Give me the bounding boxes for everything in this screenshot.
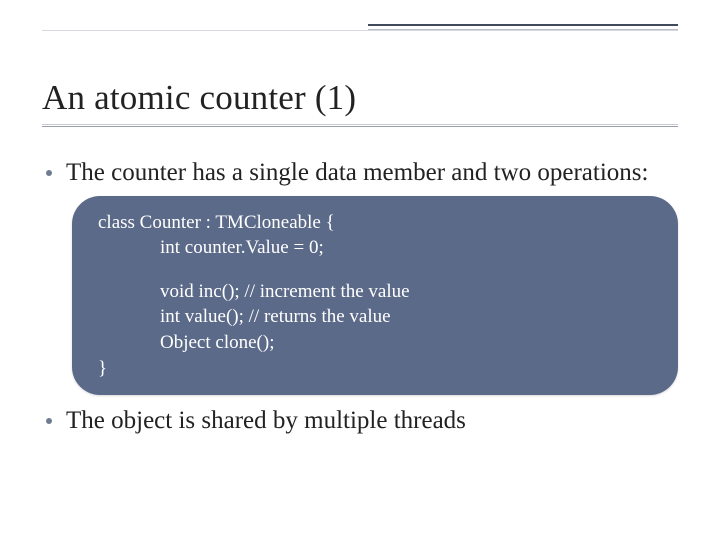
bullet-text: The object is shared by multiple threads <box>66 405 678 438</box>
code-line: class Counter : TMCloneable { <box>98 210 652 236</box>
title-underline <box>42 124 678 127</box>
code-line: } <box>98 356 652 382</box>
code-block: class Counter : TMCloneable { int counte… <box>72 196 678 396</box>
bullet-text: The counter has a single data member and… <box>66 157 678 190</box>
bullet-dot-icon <box>46 418 52 424</box>
code-blank-line <box>98 261 652 279</box>
bullet-item: The counter has a single data member and… <box>42 157 678 190</box>
slide-title: An atomic counter (1) <box>42 78 678 118</box>
code-line: void inc(); // increment the value <box>98 279 652 305</box>
code-line: int value(); // returns the value <box>98 304 652 330</box>
code-line: Object clone(); <box>98 330 652 356</box>
slide-content: The counter has a single data member and… <box>42 157 678 438</box>
code-line: int counter.Value = 0; <box>98 235 652 261</box>
slide: An atomic counter (1) The counter has a … <box>0 0 720 540</box>
bullet-item: The object is shared by multiple threads <box>42 405 678 438</box>
bullet-dot-icon <box>46 170 52 176</box>
